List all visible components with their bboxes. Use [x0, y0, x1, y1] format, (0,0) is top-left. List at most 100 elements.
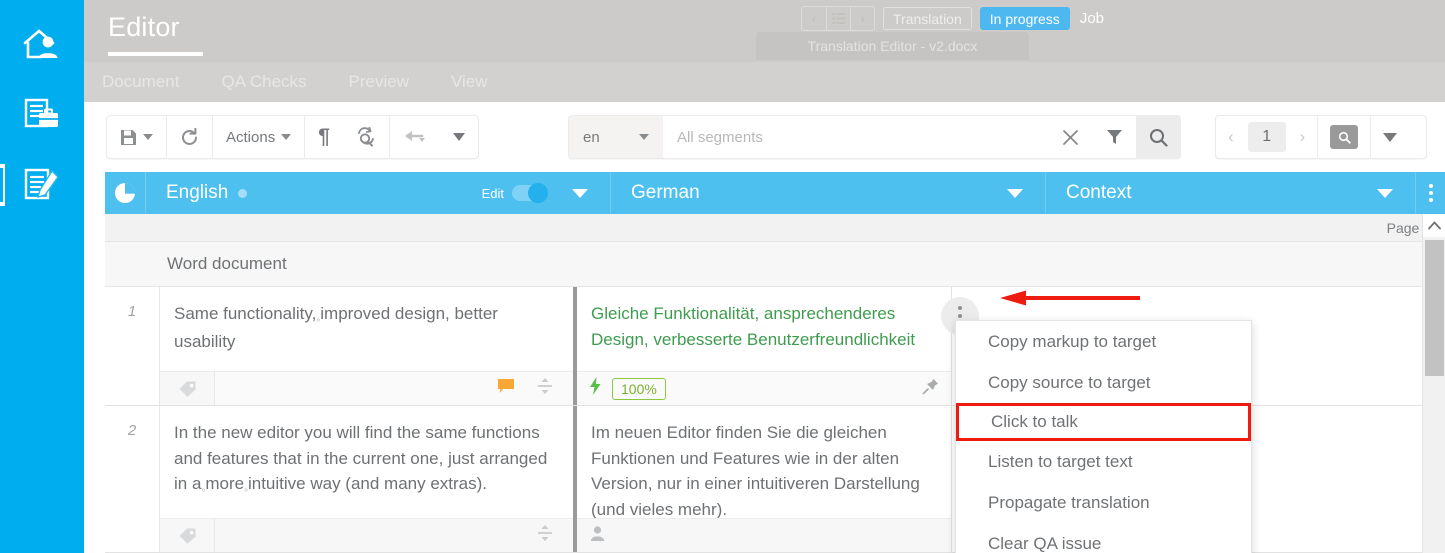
language-caret-icon [639, 134, 649, 140]
segment-source-cell[interactable]: Same functionality,◦improved design, bet… [160, 287, 577, 405]
segment-number: 2 [105, 406, 160, 552]
edit-toggle[interactable] [512, 185, 548, 201]
tag-icon [178, 527, 197, 545]
pie-chart-icon [114, 182, 136, 204]
save-button[interactable] [107, 116, 166, 158]
menu-item-clear-qa-issue[interactable]: Clear QA issue [956, 523, 1251, 553]
search-input[interactable] [663, 116, 1048, 158]
search-button[interactable] [1136, 116, 1180, 158]
column-header-context[interactable]: Context [1045, 172, 1415, 214]
undo-history-button[interactable] [440, 116, 478, 158]
tab-document[interactable]: Document [102, 72, 179, 92]
page-number[interactable]: 1 [1248, 122, 1286, 152]
segment-number: 1 [105, 287, 160, 405]
sidebar-item-home[interactable] [0, 10, 84, 80]
menu-item-copy-markup-to-target[interactable]: Copy markup to target [956, 321, 1251, 362]
refresh-button[interactable] [167, 116, 212, 158]
segment-target-footer: 100% [577, 371, 951, 405]
source-status-dot [238, 189, 247, 198]
menu-item-click-to-talk[interactable]: Click to talk [956, 403, 1251, 441]
source-part: intuitive way (and many extras). [248, 474, 487, 493]
nav-tabs: Document QA Checks Preview View [84, 62, 1445, 102]
context-column-caret-icon[interactable] [1377, 189, 1393, 198]
segment-search-bar: en [568, 115, 1181, 159]
segment-tag-cell[interactable] [160, 371, 215, 405]
stats-pie-button[interactable] [105, 172, 145, 214]
page-prev-button[interactable]: ‹ [1216, 116, 1246, 158]
editor-app: Editor ‹ › Translation In progress [0, 0, 1445, 553]
edit-toggle-knob [528, 183, 548, 203]
filter-button[interactable] [1092, 116, 1136, 158]
sidebar-active-indicator-inner [0, 168, 3, 202]
pin-icon[interactable] [922, 378, 939, 400]
page-divider-row: Page 1 [105, 214, 1445, 242]
page-title-underline [108, 52, 203, 56]
grid-options-kebab-icon[interactable] [1415, 172, 1445, 214]
undo-button[interactable] [390, 116, 440, 158]
job-list-icon[interactable] [826, 7, 850, 30]
scroll-up-button[interactable] [1423, 214, 1445, 237]
find-replace-button[interactable] [343, 116, 389, 158]
sidebar-item-editor[interactable] [0, 150, 84, 220]
language-selector[interactable]: en [569, 116, 663, 158]
source-column-caret-icon[interactable] [572, 189, 588, 198]
document-label: Word document [167, 254, 287, 274]
document-title-row: Word document [105, 242, 1445, 287]
segment-target-footer [577, 518, 951, 552]
comment-icon[interactable] [497, 378, 515, 399]
tab-qa-checks[interactable]: QA Checks [221, 72, 306, 92]
page-title: Editor [108, 12, 180, 43]
save-caret-icon [143, 134, 153, 140]
status-badge: In progress [980, 7, 1070, 30]
actions-button[interactable]: Actions [213, 116, 304, 158]
edit-toggle-group[interactable]: Edit [482, 185, 548, 201]
job-next-button[interactable]: › [850, 7, 874, 30]
sidebar-item-projects[interactable] [0, 80, 84, 150]
lightning-icon [589, 377, 602, 400]
document-tab[interactable]: Translation Editor - v2.docx [756, 32, 1029, 60]
chevron-down-icon [1383, 133, 1397, 142]
segment-source-footer [160, 371, 573, 405]
segment-target-cell[interactable]: Gleiche Funktionalität, ansprechenderes … [577, 287, 952, 405]
segment-target-cell[interactable]: Im neuen Editor finden Sie die gleichen … [577, 406, 952, 552]
source-language-label: English [166, 182, 228, 204]
top-header-bar: Editor ‹ › Translation In progress [84, 0, 1445, 62]
undo-icon [403, 129, 427, 145]
job-info-bar: ‹ › Translation In progress Job [801, 6, 1104, 31]
menu-item-listen-to-target-text[interactable]: Listen to target text [956, 441, 1251, 482]
clear-search-button[interactable] [1048, 116, 1092, 158]
filter-icon [1106, 129, 1123, 145]
show-formatting-button[interactable]: ¶ [305, 116, 343, 158]
pager-dropdown-button[interactable] [1371, 116, 1409, 158]
segment-grid-header: English Edit German Context [105, 172, 1445, 214]
target-column-caret-icon[interactable] [1007, 189, 1023, 198]
split-merge-icon[interactable] [537, 377, 553, 400]
job-type-chip: Translation [883, 7, 972, 30]
source-part: more [205, 474, 244, 493]
tab-preview[interactable]: Preview [349, 72, 409, 92]
floppy-disk-icon [120, 129, 137, 146]
vertical-scrollbar[interactable] [1422, 214, 1445, 553]
page-next-button[interactable]: › [1288, 116, 1318, 158]
segment-source-cell[interactable]: In the new editor you will find the same… [160, 406, 577, 552]
tab-view[interactable]: View [451, 72, 488, 92]
target-language-label: German [631, 182, 700, 204]
pilcrow-icon: ¶ [318, 125, 330, 149]
chevron-down-icon [453, 133, 465, 141]
split-merge-icon[interactable] [537, 524, 553, 547]
column-header-source[interactable]: English Edit [145, 172, 610, 214]
menu-item-copy-source-to-target[interactable]: Copy source to target [956, 362, 1251, 403]
column-header-target[interactable]: German [610, 172, 1045, 214]
refresh-icon [180, 128, 199, 147]
segment-source-text: Same functionality,◦improved design, bet… [160, 287, 573, 360]
page-zoom-button[interactable] [1318, 116, 1370, 158]
segment-tag-cell[interactable] [160, 518, 215, 552]
projects-briefcase-icon [21, 96, 63, 134]
match-percentage: 100% [612, 378, 666, 400]
home-user-icon [21, 26, 63, 64]
menu-item-propagate-translation[interactable]: Propagate translation [956, 482, 1251, 523]
scrollbar-thumb[interactable] [1425, 240, 1444, 376]
close-icon [1062, 129, 1079, 146]
job-prev-button[interactable]: ‹ [802, 7, 826, 30]
chevron-up-icon [1428, 221, 1441, 230]
